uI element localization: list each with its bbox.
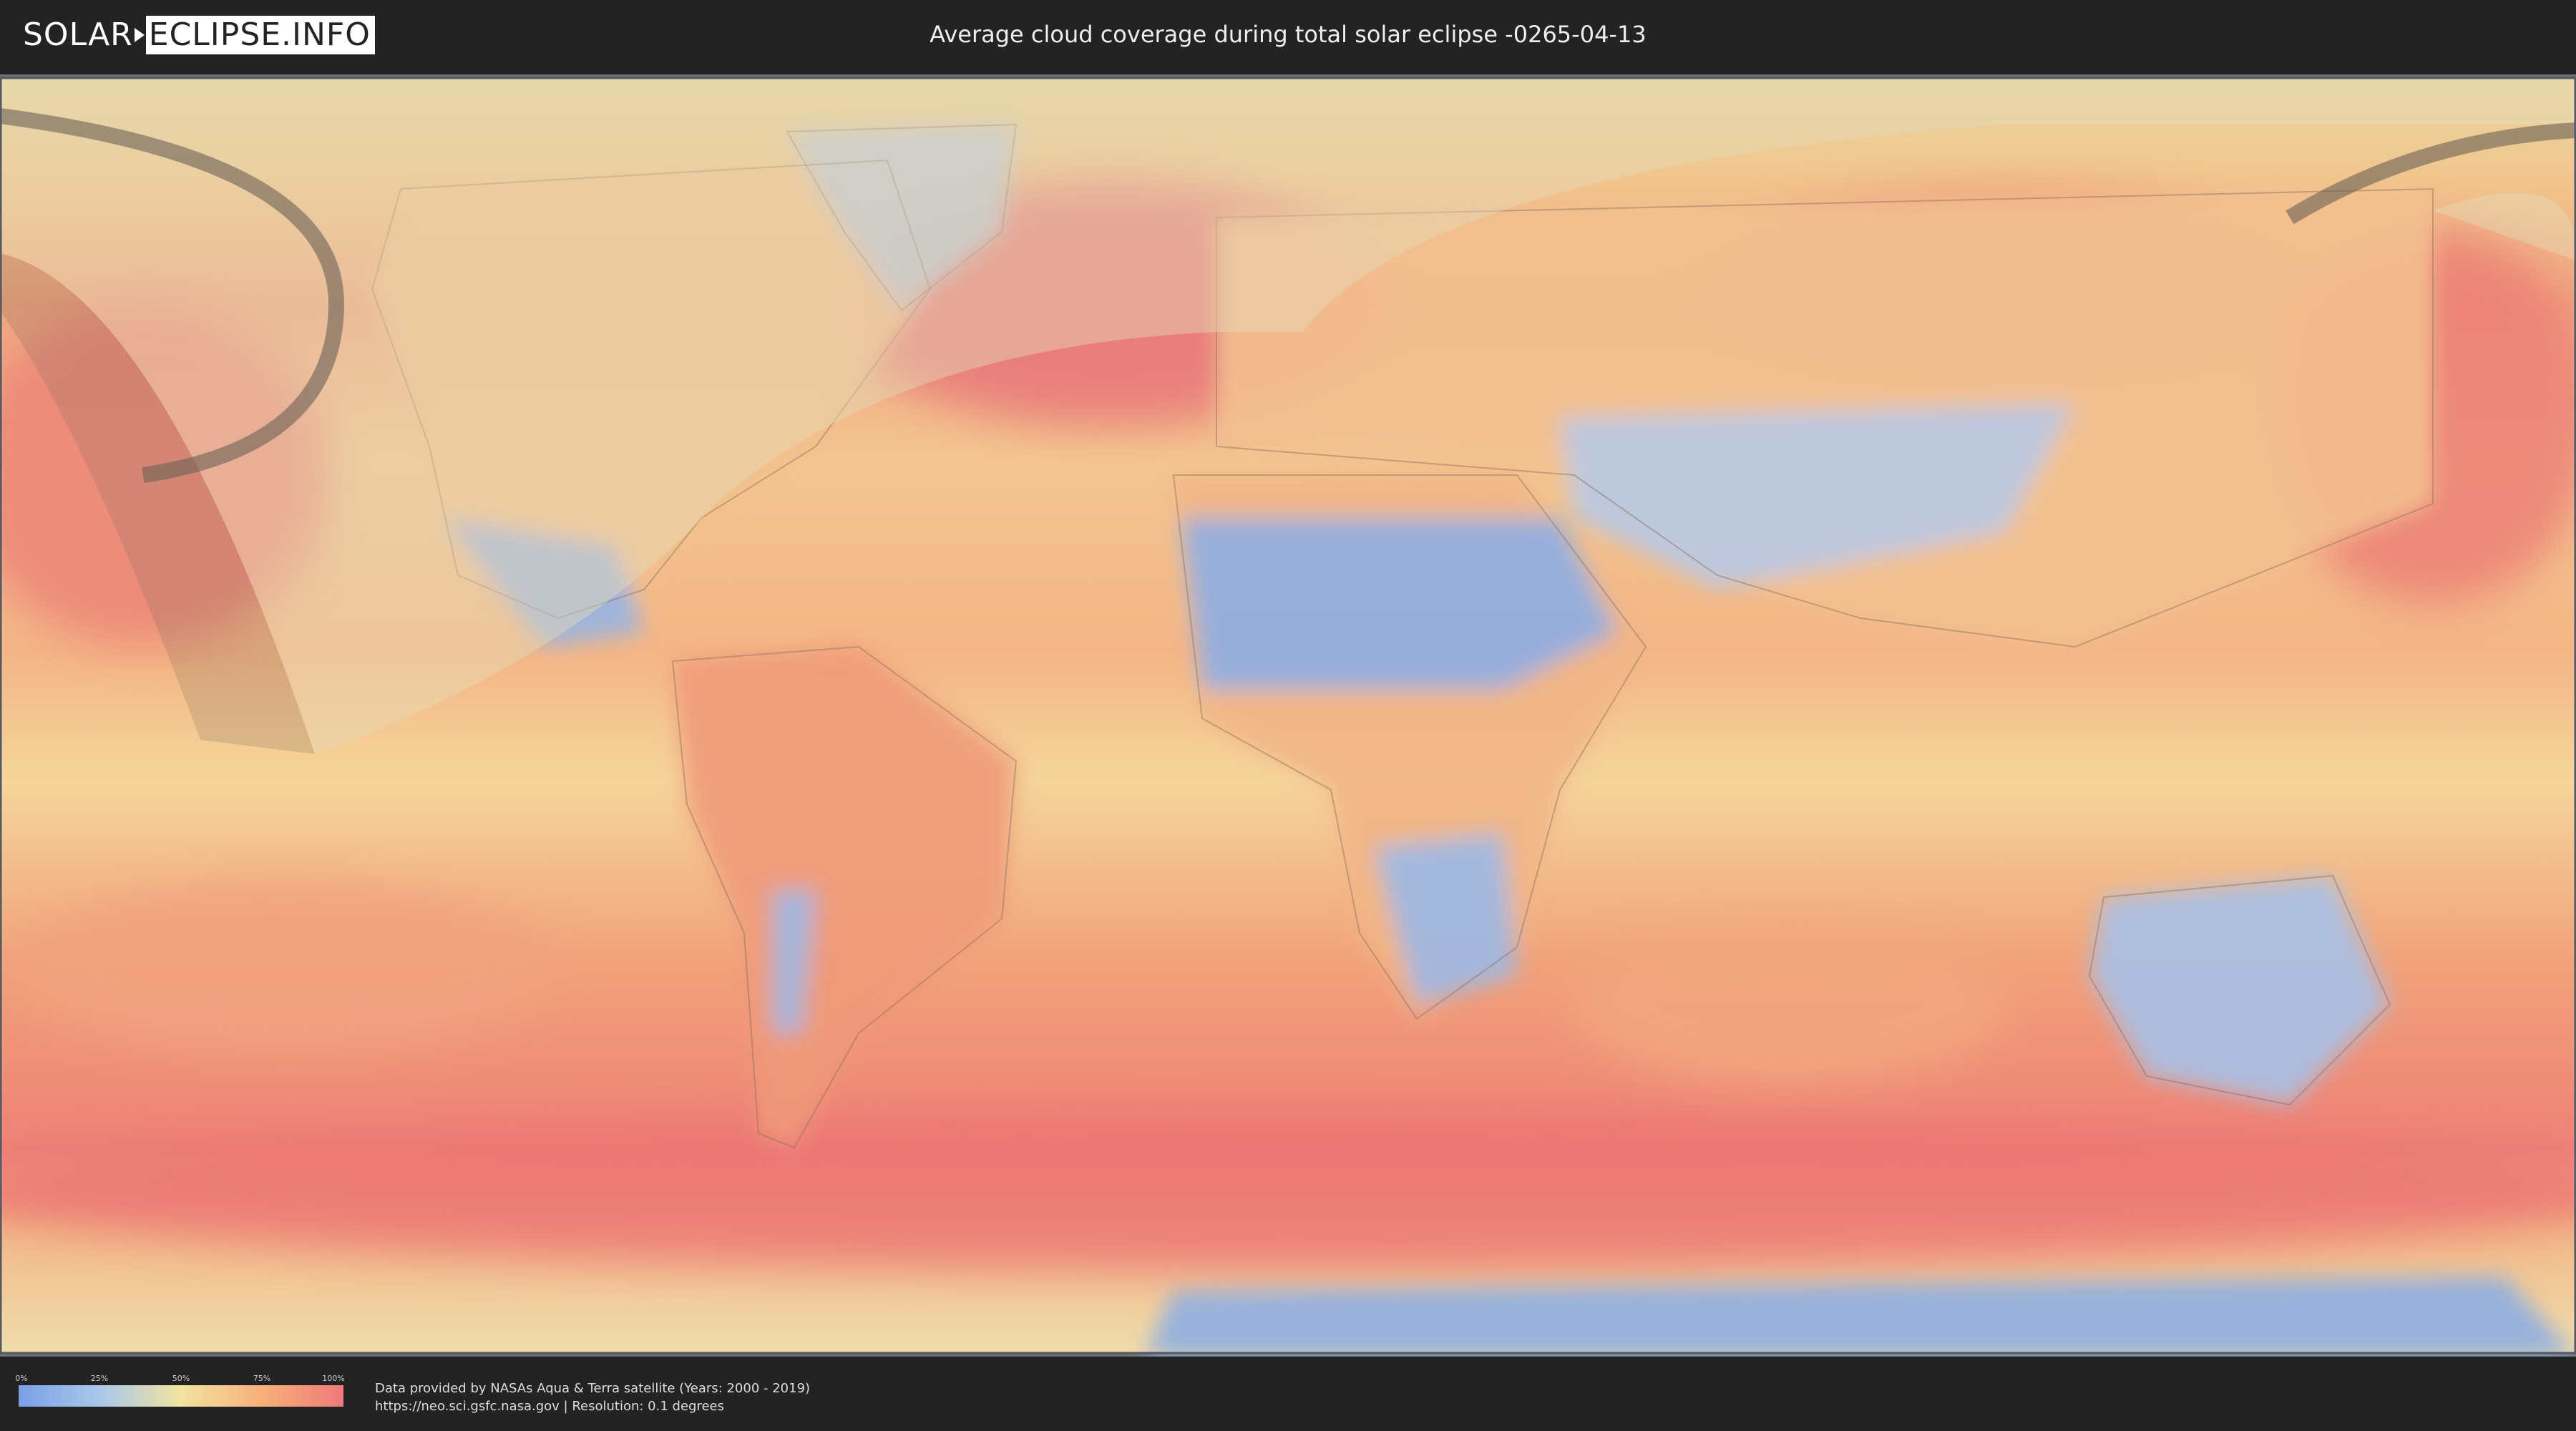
credits-line-url[interactable]: https://neo.sci.gsfc.nasa.gov | Resoluti… — [375, 1397, 810, 1415]
header-bar: SOLAR ECLIPSE.INFO Average cloud coverag… — [0, 0, 2576, 72]
legend-tick-50: 50% — [172, 1374, 190, 1383]
page-title: Average cloud coverage during total sola… — [930, 21, 1646, 48]
cloud-band-southern-ocean — [0, 1112, 2576, 1269]
data-credits: Data provided by NASAs Aqua & Terra sate… — [375, 1379, 810, 1415]
legend-tick-0: 0% — [15, 1374, 28, 1383]
world-map-svg — [0, 77, 2576, 1357]
cloud-band-tropics-south-pacific — [14, 883, 558, 1055]
legend-tick-25: 25% — [90, 1374, 109, 1383]
legend-ticks: 0% 25% 50% 75% 100% — [15, 1374, 345, 1385]
legend-tick-100: 100% — [322, 1374, 345, 1383]
legend-tick-75: 75% — [253, 1374, 271, 1383]
cloud-coverage-legend: 0% 25% 50% 75% 100% — [15, 1374, 345, 1407]
land-sahara-desert — [1181, 518, 1617, 690]
cloud-coverage-map[interactable] — [0, 74, 2576, 1357]
footer-bar: 0% 25% 50% 75% 100% Data provided by NAS… — [0, 1359, 2576, 1431]
cloud-band-indian-ocean — [1574, 926, 2004, 1083]
legend-color-bar — [19, 1385, 343, 1407]
credits-line-source: Data provided by NASAs Aqua & Terra sate… — [375, 1381, 811, 1396]
